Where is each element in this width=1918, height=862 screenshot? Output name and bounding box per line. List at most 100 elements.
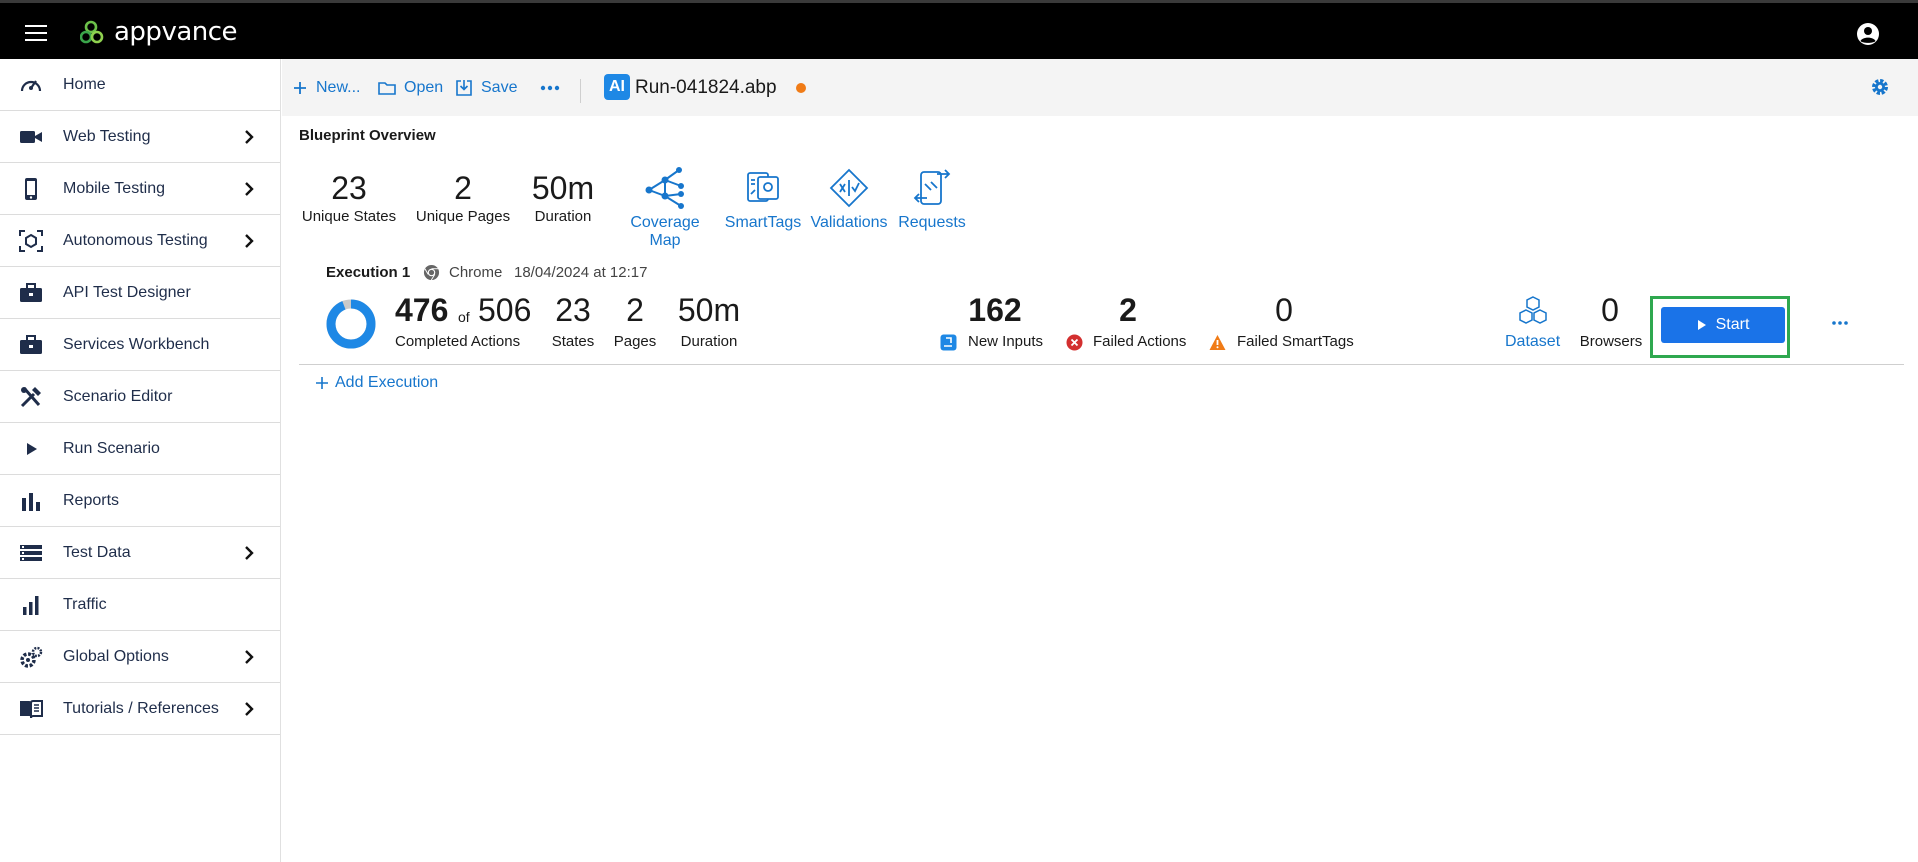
chevron-right-icon	[245, 182, 254, 196]
execution-duration-value: 50m	[677, 292, 741, 328]
sidebar-item-label: Web Testing	[63, 127, 151, 145]
phone-icon	[25, 178, 37, 200]
dataset-label: Dataset	[1505, 333, 1561, 350]
smarttags-link[interactable]: SmartTags	[722, 166, 804, 232]
chevron-right-icon	[245, 650, 254, 664]
sidebar-item-label: Reports	[63, 491, 120, 509]
execution-date: 18/04/2024 at 12:17	[514, 264, 648, 281]
validations-link[interactable]: Validations	[807, 166, 891, 232]
execution-more-icon[interactable]	[1830, 318, 1850, 328]
sidebar-item-label: Home	[63, 75, 106, 93]
account-icon[interactable]	[1856, 22, 1880, 46]
new-inputs-value: 162	[968, 292, 1022, 328]
coverage-map-label: Coverage Map	[630, 214, 700, 249]
more-horizontal-icon[interactable]	[540, 85, 560, 91]
add-execution-label: Add Execution	[335, 374, 439, 391]
sidebar: Home Web Testing Mobile Testing Autonomo…	[0, 59, 281, 862]
start-button[interactable]: Start	[1661, 307, 1785, 343]
signal-bars-icon	[23, 596, 39, 615]
unique-states-value: 23	[331, 170, 367, 206]
sidebar-item-label: Traffic	[63, 595, 107, 613]
bar-chart-icon	[22, 493, 40, 511]
toolbar-divider	[580, 79, 581, 103]
completion-donut-arc	[326, 299, 376, 349]
chevron-right-icon	[245, 546, 254, 560]
start-label: Start	[1715, 316, 1750, 333]
sidebar-item-api-test-designer[interactable]: API Test Designer	[0, 267, 280, 319]
top-bar: appvance	[0, 0, 1918, 59]
execution-title: Execution 1	[326, 264, 411, 281]
execution-pages-label: Pages	[613, 333, 657, 350]
sidebar-item-label: Services Workbench	[63, 335, 210, 353]
sidebar-item-label: Test Data	[63, 543, 131, 561]
play-icon	[1697, 320, 1706, 330]
browsers-value: 0	[1601, 292, 1619, 328]
requests-label: Requests	[898, 214, 966, 231]
sidebar-item-mobile-testing[interactable]: Mobile Testing	[0, 163, 280, 215]
chevron-right-icon	[245, 234, 254, 248]
sidebar-item-label: Autonomous Testing	[63, 231, 208, 249]
overview-duration-stat: 50m Duration	[527, 170, 599, 225]
save-icon	[456, 80, 472, 96]
new-label: New...	[316, 79, 361, 96]
unique-pages-label: Unique Pages	[415, 208, 511, 225]
sidebar-item-global-options[interactable]: Global Options	[0, 631, 280, 683]
blueprint-overview-title: Blueprint Overview	[299, 127, 436, 144]
briefcase-icon	[20, 335, 42, 354]
file-name: Run-041824.abp	[635, 77, 777, 98]
ai-badge: AI	[604, 74, 630, 100]
chevron-right-icon	[245, 702, 254, 716]
validation-diamond-icon	[829, 168, 869, 208]
chrome-icon	[423, 264, 440, 281]
new-inputs-icon	[940, 334, 957, 351]
sidebar-item-tutorials-references[interactable]: Tutorials / References	[0, 683, 280, 735]
phone-request-icon	[913, 169, 951, 205]
warning-triangle-icon	[1209, 335, 1226, 350]
new-inputs-label: New Inputs	[968, 333, 1044, 350]
sidebar-item-traffic[interactable]: Traffic	[0, 579, 280, 631]
plus-icon	[316, 377, 328, 389]
failed-actions-value: 2	[1119, 292, 1137, 328]
unique-pages-value: 2	[454, 170, 472, 206]
execution-pages-value: 2	[626, 292, 644, 328]
execution-states-label: States	[551, 333, 595, 350]
logo-mark-icon	[80, 20, 104, 44]
new-button[interactable]: New...	[292, 77, 360, 99]
overview-duration-value: 50m	[531, 170, 595, 206]
execution-states-value: 23	[555, 292, 591, 328]
network-graph-icon	[645, 167, 684, 209]
open-button[interactable]: Open	[378, 77, 443, 99]
sidebar-item-web-testing[interactable]: Web Testing	[0, 111, 280, 163]
sidebar-item-run-scenario[interactable]: Run Scenario	[0, 423, 280, 475]
sidebar-item-reports[interactable]: Reports	[0, 475, 280, 527]
save-button[interactable]: Save	[455, 77, 517, 99]
overview-duration-label: Duration	[534, 208, 592, 225]
sidebar-item-label: Tutorials / References	[63, 699, 219, 717]
coverage-map-link[interactable]: Coverage Map	[613, 166, 717, 250]
settings-gear-icon[interactable]	[1870, 77, 1890, 97]
video-camera-icon	[20, 131, 42, 143]
chevron-right-icon	[245, 130, 254, 144]
error-circle-icon	[1066, 334, 1083, 351]
completed-actions-value: 476	[395, 292, 449, 328]
book-icon	[20, 700, 43, 719]
sidebar-item-services-workbench[interactable]: Services Workbench	[0, 319, 280, 371]
play-icon	[27, 443, 37, 455]
dataset-button[interactable]: Dataset	[1505, 296, 1560, 351]
requests-link[interactable]: Requests	[895, 166, 969, 232]
smarttags-label: SmartTags	[724, 214, 802, 231]
menu-icon[interactable]	[25, 25, 47, 41]
sidebar-item-test-data[interactable]: Test Data	[0, 527, 280, 579]
execution-duration-label: Duration	[680, 333, 738, 350]
sidebar-item-autonomous-testing[interactable]: Autonomous Testing	[0, 215, 280, 267]
sidebar-item-scenario-editor[interactable]: Scenario Editor	[0, 371, 280, 423]
appvance-logo[interactable]: appvance	[80, 17, 238, 47]
gauge-icon	[20, 80, 42, 92]
gears-icon	[20, 646, 43, 668]
sidebar-item-home[interactable]: Home	[0, 59, 280, 111]
dataset-cubes-icon	[1518, 296, 1547, 324]
add-execution-button[interactable]: Add Execution	[315, 374, 438, 392]
open-label: Open	[404, 79, 444, 96]
of-label: of	[458, 309, 470, 325]
failed-smarttags-value: 0	[1275, 292, 1293, 328]
